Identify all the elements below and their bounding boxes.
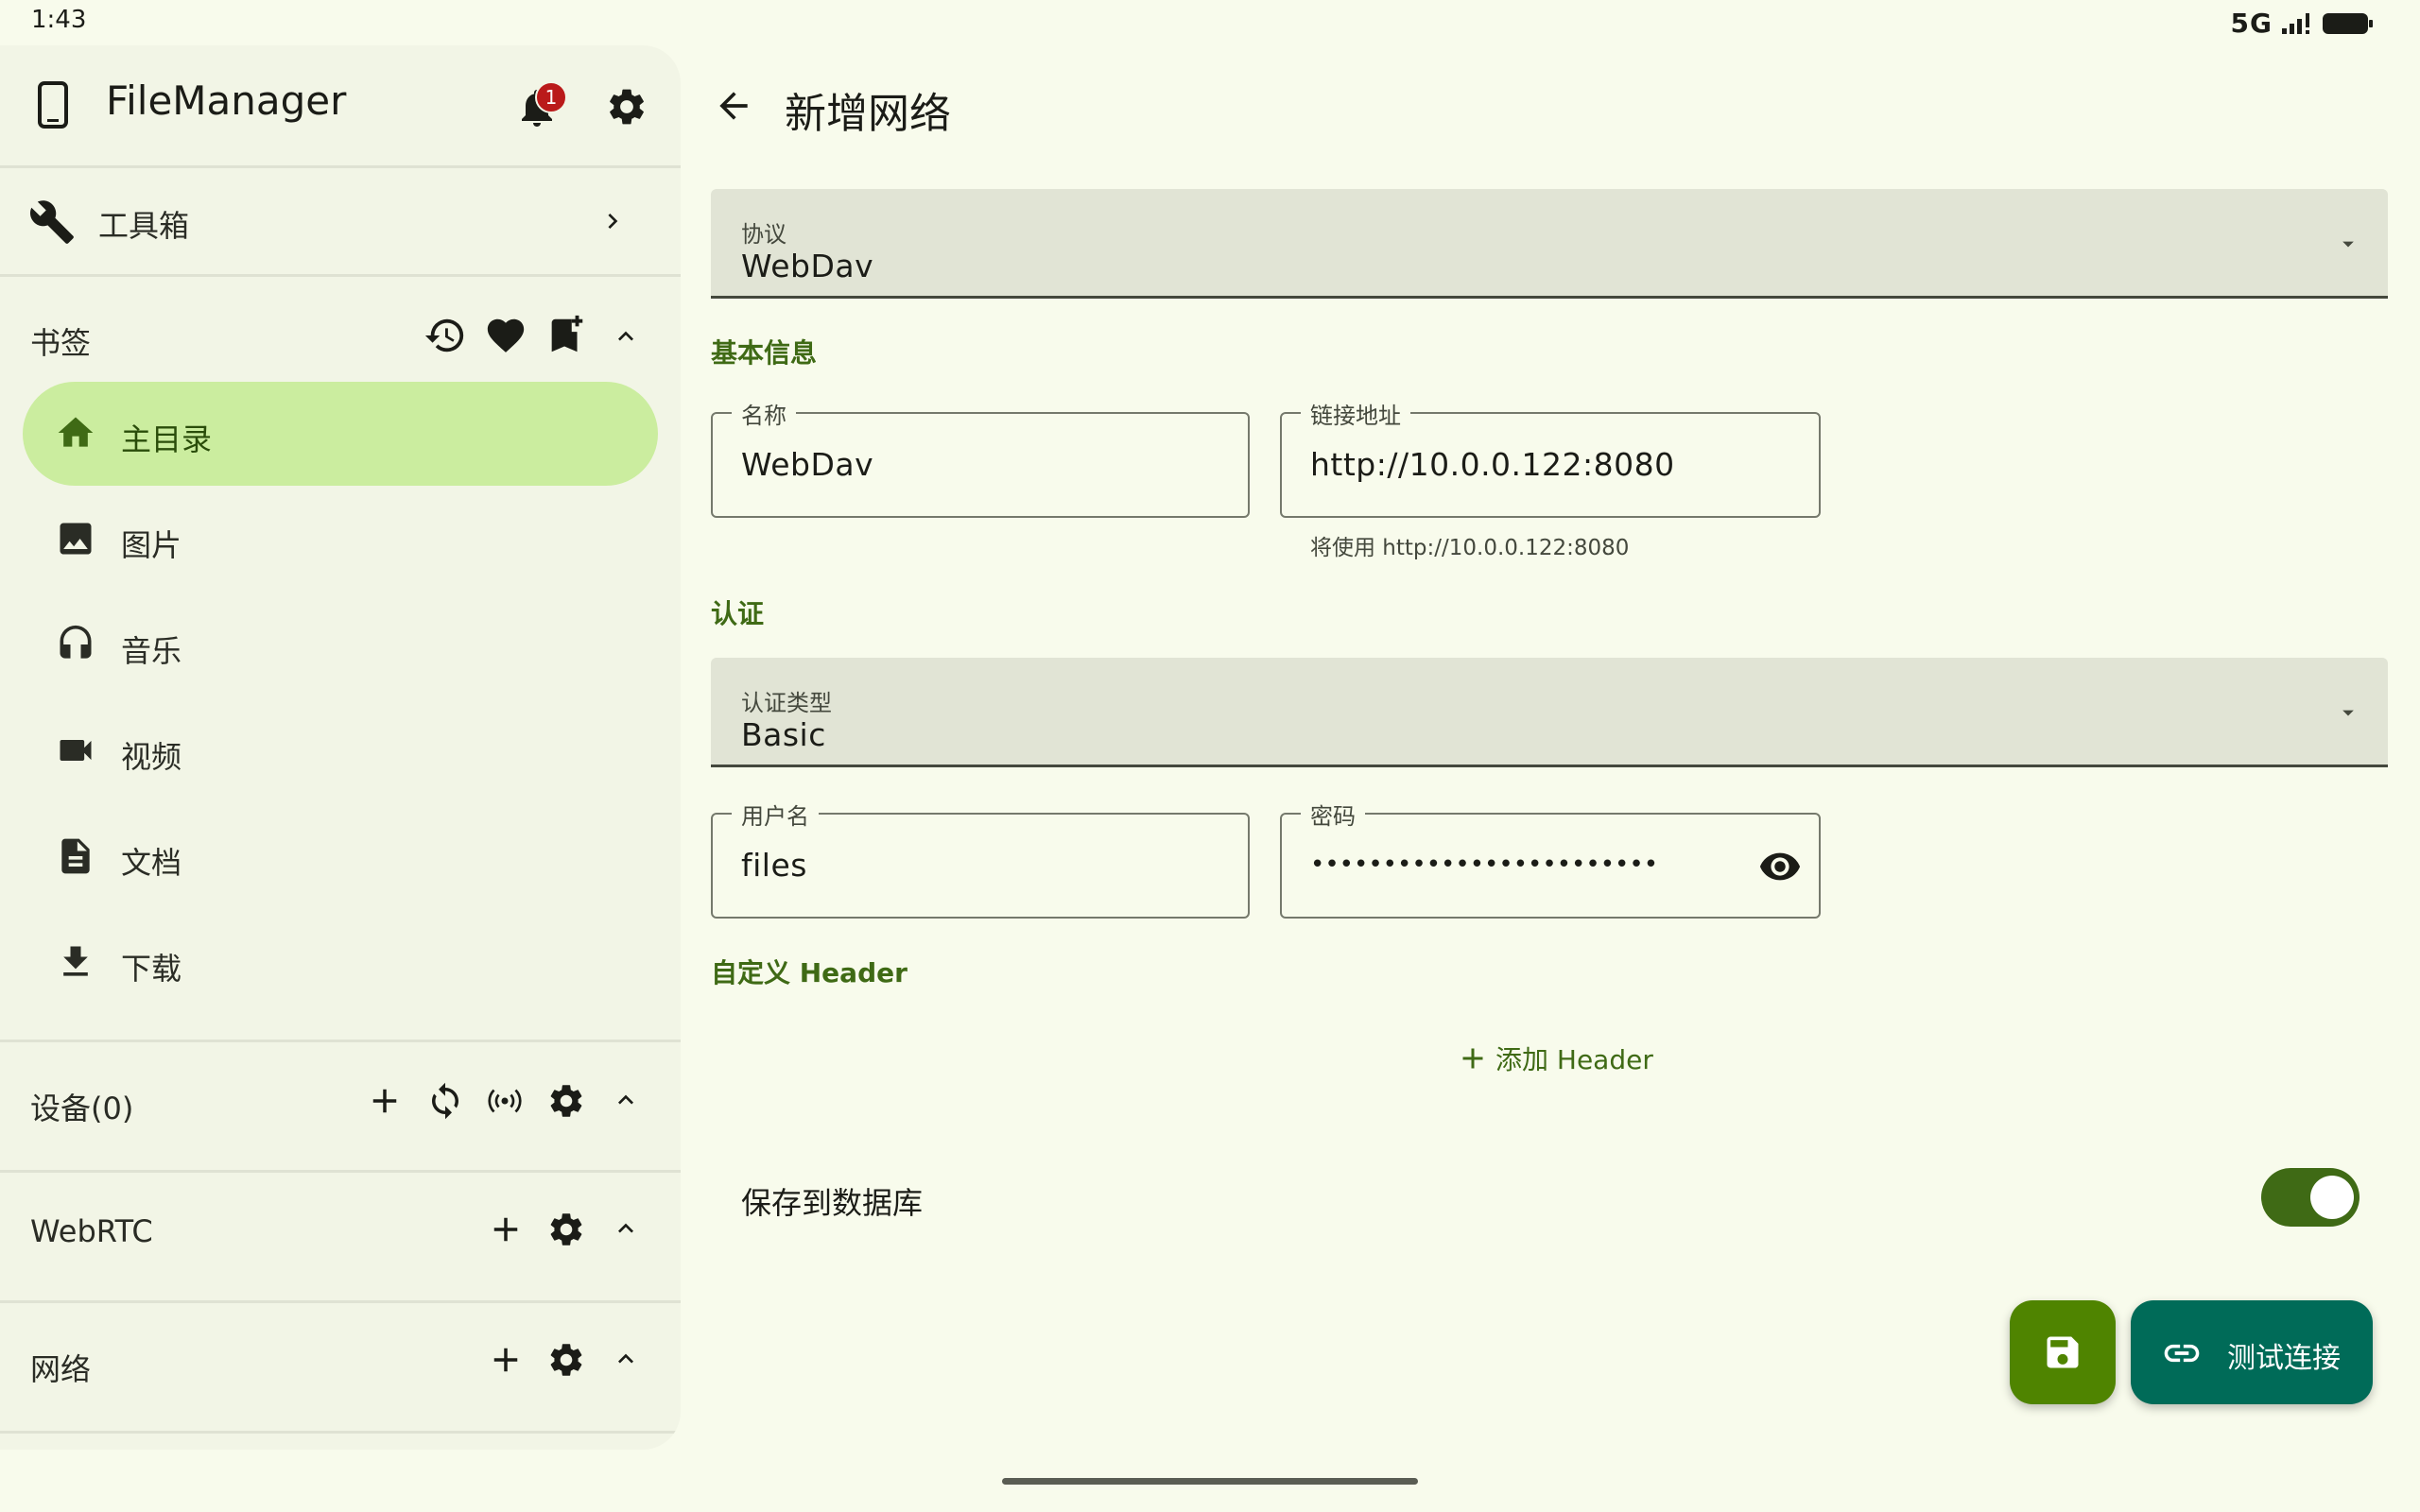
auth-type-dropdown[interactable]: 认证类型 Basic	[711, 658, 2388, 767]
bookmark-label-downloads[interactable]: 下载	[121, 945, 182, 988]
auth-type-label: 认证类型	[741, 690, 832, 716]
app-title: FileManager	[106, 77, 347, 124]
network-collapse-icon[interactable]	[611, 1344, 641, 1374]
password-label: 密码	[1301, 798, 1365, 831]
protocol-dropdown[interactable]: 协议 WebDav	[711, 189, 2388, 299]
toolbox-label[interactable]: 工具箱	[98, 202, 189, 246]
auth-dropdown-arrow-icon	[2335, 699, 2361, 726]
status-time: 1:43	[31, 6, 87, 34]
url-field[interactable]: 链接地址 http://10.0.0.122:8080	[1280, 397, 1821, 518]
bookmark-label-home: 主目录	[121, 421, 213, 457]
visibility-icon[interactable]	[1758, 845, 1802, 888]
switch-thumb	[2310, 1176, 2354, 1219]
username-value: files	[741, 847, 807, 884]
custom-header-title: 自定义 Header	[711, 957, 908, 988]
arrow-back-icon	[719, 92, 748, 120]
chevron-right-icon[interactable]	[597, 206, 628, 236]
save-button[interactable]	[2010, 1300, 2116, 1404]
auth-type-value: Basic	[741, 716, 826, 753]
save-to-db-label: 保存到数据库	[741, 1185, 924, 1221]
protocol-label: 协议	[741, 221, 786, 248]
basic-info-title: 基本信息	[711, 337, 818, 369]
save-icon	[2042, 1332, 2083, 1373]
add-header-label: 添加 Header	[1495, 1044, 1653, 1075]
devices-header: 设备(0)	[30, 1091, 134, 1126]
bookmarks-header: 书签	[30, 325, 92, 361]
navigation-drawer: FileManager 1 工具箱 书签 主目录 图片 音乐 视频 文档 下载 …	[0, 45, 681, 1450]
add-webrtc-icon[interactable]	[486, 1210, 526, 1249]
name-label: 名称	[732, 397, 796, 430]
download-icon	[55, 941, 96, 983]
home-icon	[55, 412, 96, 454]
document-icon	[55, 835, 96, 877]
network-settings-icon[interactable]	[546, 1340, 586, 1380]
settings-icon[interactable]	[605, 85, 648, 129]
webrtc-collapse-icon[interactable]	[611, 1213, 641, 1244]
test-connection-label: 测试连接	[2227, 1342, 2341, 1375]
gesture-home-indicator[interactable]	[1002, 1478, 1418, 1485]
auth-title: 认证	[711, 598, 765, 629]
page-title: 新增网络	[785, 90, 951, 138]
notification-badge: 1	[535, 81, 567, 113]
network-type: 5G	[2230, 8, 2273, 39]
favorite-icon[interactable]	[484, 314, 527, 357]
name-value: WebDav	[741, 446, 874, 483]
devices-collapse-icon[interactable]	[611, 1085, 641, 1115]
add-network-icon[interactable]	[486, 1340, 526, 1380]
headphones-icon	[55, 624, 96, 665]
videocam-icon	[55, 730, 96, 771]
bookmark-label-videos[interactable]: 视频	[121, 733, 182, 777]
bookmark-label-music[interactable]: 音乐	[121, 627, 182, 671]
name-field[interactable]: 名称 WebDav	[711, 397, 1250, 518]
webrtc-header: WebRTC	[30, 1213, 153, 1249]
link-icon	[2161, 1332, 2203, 1374]
test-connection-button[interactable]: 测试连接	[2131, 1300, 2373, 1404]
sync-icon[interactable]	[425, 1081, 465, 1121]
password-field[interactable]: 密码 ••••••••••••••••••••••••	[1280, 798, 1821, 919]
back-button[interactable]	[713, 85, 754, 127]
bookmark-label-documents[interactable]: 文档	[121, 839, 182, 883]
username-label: 用户名	[732, 798, 819, 831]
password-value: ••••••••••••••••••••••••	[1310, 850, 1659, 879]
bookmark-item-home[interactable]	[23, 382, 658, 486]
url-value: http://10.0.0.122:8080	[1310, 446, 1675, 483]
add-header-button[interactable]: 添加 Header	[1456, 1040, 1653, 1077]
image-icon	[55, 518, 96, 559]
wrench-icon	[28, 198, 76, 246]
protocol-value: WebDav	[741, 248, 874, 284]
webrtc-settings-icon[interactable]	[546, 1210, 586, 1249]
signal-icon	[2280, 11, 2314, 36]
network-header: 网络	[30, 1351, 92, 1387]
plus-icon	[1462, 1048, 1483, 1069]
status-indicators: 5G	[2231, 8, 2375, 39]
add-device-icon[interactable]	[365, 1081, 405, 1121]
username-field[interactable]: 用户名 files	[711, 798, 1250, 919]
history-icon[interactable]	[424, 314, 467, 357]
dropdown-arrow-icon	[2335, 231, 2361, 257]
url-label: 链接地址	[1301, 397, 1410, 430]
bookmark-label-images[interactable]: 图片	[121, 522, 182, 565]
broadcast-icon[interactable]	[484, 1081, 526, 1121]
bookmark-add-icon[interactable]	[544, 314, 588, 357]
battery-icon	[2322, 10, 2375, 37]
phone-icon	[36, 81, 70, 129]
devices-settings-icon[interactable]	[546, 1081, 586, 1121]
chevron-up-icon[interactable]	[611, 321, 641, 352]
url-helper-text: 将使用 http://10.0.0.122:8080	[1310, 536, 1630, 560]
